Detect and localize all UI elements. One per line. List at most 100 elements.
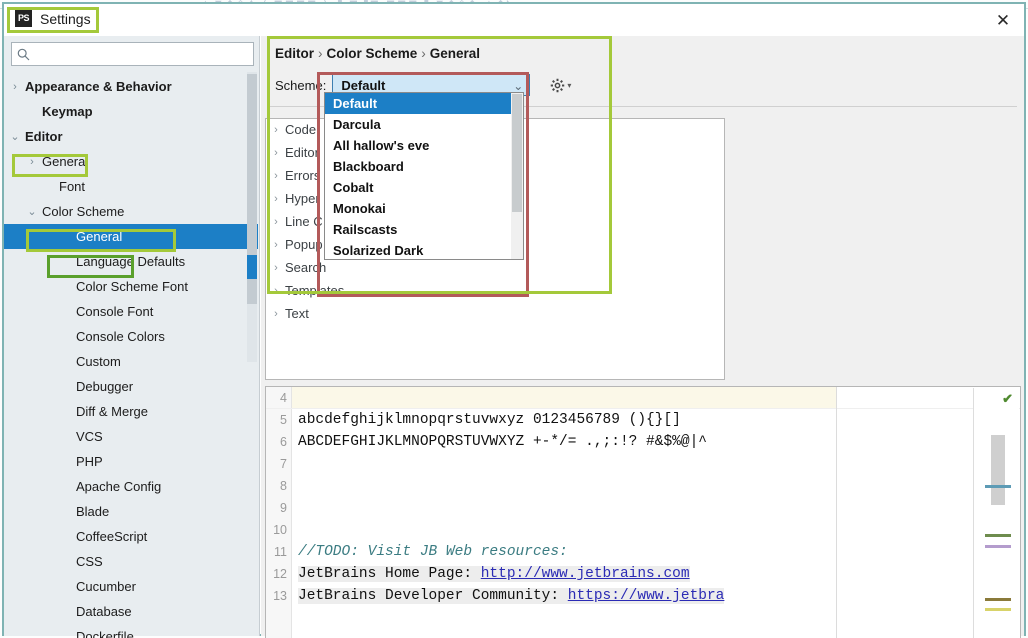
search-box[interactable] bbox=[11, 42, 254, 66]
sidebar-item-cucumber[interactable]: Cucumber bbox=[4, 574, 252, 599]
chevron-right-icon[interactable]: › bbox=[25, 156, 39, 168]
scheme-option-all-hallow-s-eve[interactable]: All hallow's eve bbox=[325, 135, 523, 156]
chevron-right-icon[interactable]: › bbox=[267, 193, 285, 205]
sidebar-item-label: Appearance & Behavior bbox=[25, 79, 172, 94]
breadcrumb-part-editor[interactable]: Editor bbox=[275, 46, 314, 61]
option-group-text[interactable]: › Text bbox=[267, 302, 517, 325]
settings-sidebar: › Appearance & Behavior Keymap ⌄ Editor › Gene… bbox=[4, 36, 260, 638]
editor-line-code: ABCDEFGHIJKLMNOPQRSTUVWXYZ +-*/= .,;:!? … bbox=[298, 434, 707, 450]
chevron-right-icon[interactable]: › bbox=[267, 170, 285, 182]
editor-line: 8 bbox=[266, 475, 1020, 497]
popup-scrollbar-thumb[interactable] bbox=[512, 94, 522, 212]
chevron-right-icon[interactable]: › bbox=[8, 81, 22, 93]
sidebar-item-vcs[interactable]: VCS bbox=[4, 424, 252, 449]
inspection-ok-icon[interactable]: ✔ bbox=[1002, 391, 1013, 407]
breadcrumb-part-general: General bbox=[429, 46, 481, 61]
sidebar-item-console-colors[interactable]: Console Colors bbox=[4, 324, 252, 349]
sidebar-item-editor[interactable]: ⌄ Editor bbox=[4, 124, 252, 149]
sidebar-item-label: CoffeeScript bbox=[76, 529, 148, 544]
sidebar-item-label: Diff & Merge bbox=[76, 404, 149, 419]
sidebar-item-label: Console Colors bbox=[76, 329, 165, 344]
sidebar-tree: › Appearance & Behavior Keymap ⌄ Editor › Gene… bbox=[4, 74, 258, 638]
chevron-right-icon[interactable]: › bbox=[267, 147, 285, 159]
chevron-right-icon[interactable]: › bbox=[267, 216, 285, 228]
hyperlink[interactable]: https://www.jetbra bbox=[567, 588, 725, 604]
sidebar-item-blade[interactable]: Blade bbox=[4, 499, 252, 524]
sidebar-item-color-scheme-font[interactable]: Color Scheme Font bbox=[4, 274, 252, 299]
option-group-label: Line C bbox=[285, 214, 323, 229]
sidebar-item-label: VCS bbox=[76, 429, 103, 444]
editor-line-number: 5 bbox=[280, 413, 287, 427]
editor-line-number: 13 bbox=[273, 589, 287, 603]
sidebar-item-php[interactable]: PHP bbox=[4, 449, 252, 474]
minimap-marker bbox=[985, 534, 1011, 537]
sidebar-item-appearance-behavior[interactable]: › Appearance & Behavior bbox=[4, 74, 252, 99]
option-group-label: Templates bbox=[285, 283, 345, 298]
scheme-option-darcula[interactable]: Darcula bbox=[325, 114, 523, 135]
chevron-down-icon[interactable]: ⌄ bbox=[8, 130, 22, 143]
editor-line-code: JetBrains Developer Community: https://w… bbox=[292, 588, 725, 604]
sidebar-item-label: Debugger bbox=[76, 379, 134, 394]
scheme-option-default[interactable]: Default bbox=[325, 93, 523, 114]
settings-content-pane: Editor › Color Scheme › General Scheme: Defa… bbox=[261, 36, 1024, 638]
sidebar-scrollbar-selection-marker bbox=[247, 255, 257, 279]
sidebar-item-general[interactable]: › General bbox=[4, 149, 252, 174]
option-group-label: Code bbox=[285, 122, 317, 137]
breadcrumb-part-color-scheme[interactable]: Color Scheme bbox=[327, 46, 418, 61]
chevron-right-icon[interactable]: › bbox=[267, 308, 285, 320]
sidebar-item-language-defaults[interactable]: Language Defaults bbox=[4, 249, 252, 274]
sidebar-item-label: Language Defaults bbox=[76, 254, 186, 269]
editor-line: 11 //TODO: Visit JB Web resources: bbox=[266, 541, 1020, 563]
scheme-settings-gear-button[interactable]: ▾ bbox=[550, 78, 571, 93]
sidebar-item-color-scheme[interactable]: ⌄ Color Scheme bbox=[4, 199, 252, 224]
sidebar-item-css[interactable]: CSS bbox=[4, 549, 252, 574]
sidebar-item-label: Database bbox=[76, 604, 132, 619]
phpstorm-app-icon: PS bbox=[15, 10, 32, 27]
editor-line: 7 bbox=[266, 453, 1020, 475]
scheme-option-railscasts[interactable]: Railscasts bbox=[325, 219, 523, 240]
minimap-marker bbox=[985, 608, 1011, 611]
sidebar-item-database[interactable]: Database bbox=[4, 599, 252, 624]
minimap-marker bbox=[985, 545, 1011, 548]
sidebar-item-console-font[interactable]: Console Font bbox=[4, 299, 252, 324]
hyperlink[interactable]: http://www.jetbrains.com bbox=[480, 566, 690, 582]
scheme-option-cobalt[interactable]: Cobalt bbox=[325, 177, 523, 198]
sidebar-item-keymap[interactable]: Keymap bbox=[4, 99, 252, 124]
close-icon[interactable]: ✕ bbox=[990, 10, 1016, 32]
sidebar-item-font[interactable]: Font bbox=[4, 174, 252, 199]
sidebar-item-label: Keymap bbox=[42, 104, 93, 119]
editor-line: 13 JetBrains Developer Community: https:/… bbox=[266, 585, 1020, 607]
sidebar-item-debugger[interactable]: Debugger bbox=[4, 374, 252, 399]
breadcrumb-separator-1: › bbox=[318, 46, 323, 61]
gear-caret-icon: ▾ bbox=[567, 80, 572, 90]
sidebar-item-coffeescript[interactable]: CoffeeScript bbox=[4, 524, 252, 549]
chevron-right-icon[interactable]: › bbox=[267, 124, 285, 136]
editor-scrollbar-thumb[interactable] bbox=[991, 435, 1005, 505]
chevron-right-icon[interactable]: › bbox=[267, 262, 285, 274]
scheme-option-blackboard[interactable]: Blackboard bbox=[325, 156, 523, 177]
color-preview-editor: 4 5 abcdefghijklmnopqrstuvwxyz 0123456789 … bbox=[265, 386, 1021, 638]
chevron-right-icon[interactable]: › bbox=[267, 285, 285, 297]
editor-line-number: 7 bbox=[280, 457, 287, 471]
option-group-label: Editor bbox=[285, 145, 319, 160]
chevron-down-icon[interactable]: ⌄ bbox=[25, 205, 39, 218]
editor-line-number: 8 bbox=[280, 479, 287, 493]
search-input[interactable] bbox=[34, 44, 244, 64]
scheme-dropdown-popup[interactable]: Default Darcula All hallow's eve Blackboard… bbox=[324, 92, 524, 260]
sidebar-item-label: Font bbox=[59, 179, 86, 194]
sidebar-item-custom[interactable]: Custom bbox=[4, 349, 252, 374]
sidebar-item-label: Dockerfile bbox=[76, 629, 134, 638]
editor-right-divider bbox=[836, 387, 837, 638]
scheme-option-monokai[interactable]: Monokai bbox=[325, 198, 523, 219]
scheme-option-solarized-dark[interactable]: Solarized Dark bbox=[325, 240, 523, 259]
scheme-dropdown-value: Default bbox=[341, 77, 386, 93]
sidebar-item-general[interactable]: General bbox=[4, 224, 258, 249]
editor-minimap-panel: ✔ bbox=[973, 388, 1019, 638]
sidebar-item-apache-config[interactable]: Apache Config bbox=[4, 474, 252, 499]
chevron-right-icon[interactable]: › bbox=[267, 239, 285, 251]
sidebar-item-diff-merge[interactable]: Diff & Merge bbox=[4, 399, 252, 424]
option-group-templates[interactable]: › Templates bbox=[267, 279, 517, 302]
sidebar-item-dockerfile[interactable]: Dockerfile bbox=[4, 624, 252, 638]
link-label-text: JetBrains Home Page: bbox=[298, 566, 481, 582]
sidebar-item-label: PHP bbox=[76, 454, 103, 469]
